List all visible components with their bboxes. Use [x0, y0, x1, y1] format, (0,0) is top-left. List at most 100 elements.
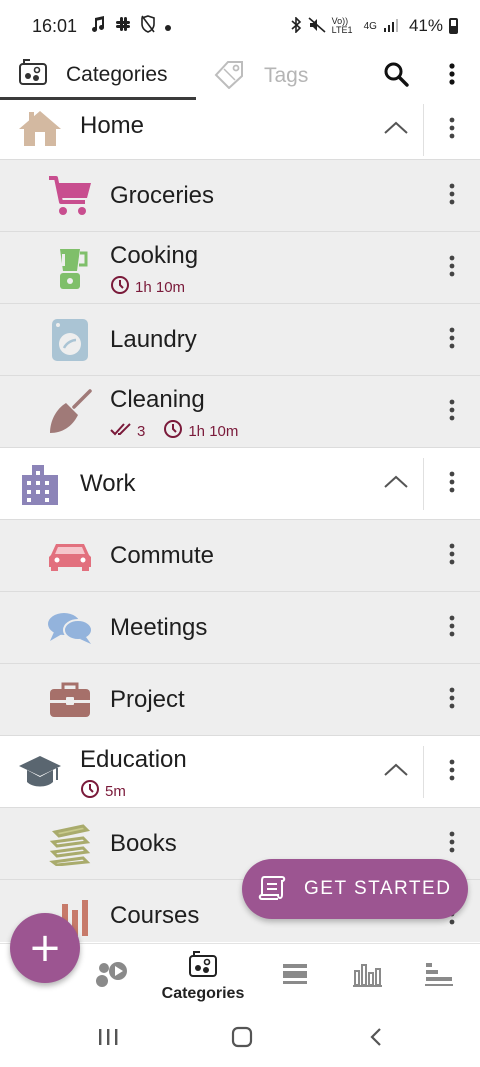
category-menu-button[interactable] — [428, 304, 476, 376]
category-menu-button[interactable] — [428, 664, 476, 736]
category-title: Groceries — [110, 182, 215, 209]
category-groceries[interactable]: Groceries — [0, 160, 480, 232]
tab-tags[interactable]: Tags — [196, 52, 356, 100]
time-spent: 1h 10m — [188, 422, 239, 440]
category-cleaning[interactable]: Cleaning 3 1h 10m — [0, 376, 480, 448]
category-menu-button[interactable] — [428, 592, 476, 664]
goals-chart-icon — [424, 961, 454, 992]
recents-icon — [97, 1028, 119, 1051]
system-navigation-bar — [0, 1007, 480, 1067]
category-menu-button[interactable] — [428, 160, 476, 232]
home-button[interactable] — [222, 1025, 262, 1053]
nav-timeline[interactable] — [268, 944, 322, 1008]
category-menu-button[interactable] — [428, 520, 476, 592]
overflow-menu-button[interactable] — [424, 52, 480, 100]
washing-machine-icon — [46, 316, 94, 364]
category-meetings[interactable]: Meetings — [0, 592, 480, 664]
bar-chart-icon — [352, 961, 382, 992]
chevron-up-icon — [383, 121, 409, 140]
clock-icon — [80, 779, 100, 803]
nav-categories[interactable]: Categories — [158, 944, 248, 1008]
category-title: Laundry — [110, 326, 197, 353]
music-icon — [91, 15, 105, 37]
category-project[interactable]: Project — [0, 664, 480, 736]
building-icon — [16, 460, 64, 508]
more-vert-icon — [449, 117, 455, 144]
done-count: 3 — [137, 422, 146, 440]
category-title: Cooking — [110, 242, 199, 269]
tab-categories-label: Categories — [66, 62, 168, 86]
group-menu-button[interactable] — [428, 448, 476, 520]
group-home[interactable]: Home — [0, 100, 480, 160]
nav-statistics[interactable] — [340, 944, 394, 1008]
more-vert-icon — [449, 62, 455, 90]
categories-icon — [18, 58, 48, 91]
more-vert-icon — [449, 831, 455, 858]
plus-icon: + — [28, 925, 62, 971]
time-spent: 1h 10m — [135, 278, 186, 296]
category-title: Meetings — [110, 614, 208, 641]
group-education[interactable]: Education 5m — [0, 736, 480, 808]
collapse-button[interactable] — [368, 746, 424, 798]
top-tab-bar: Categories Tags — [0, 52, 480, 100]
category-commute[interactable]: Commute — [0, 520, 480, 592]
volte-label: Vo)) LTE1 — [331, 16, 353, 35]
status-time: 16:01 — [32, 15, 78, 36]
tag-icon — [214, 59, 246, 94]
broom-icon — [46, 388, 94, 436]
more-vert-icon — [449, 327, 455, 354]
group-menu-button[interactable] — [428, 100, 476, 160]
chat-bubbles-icon — [46, 604, 94, 652]
slack-icon — [115, 16, 131, 37]
signal-label: 4G — [363, 20, 377, 32]
get-started-button[interactable]: GET STARTED — [242, 859, 468, 919]
category-title: Project — [110, 686, 185, 713]
home-icon — [231, 1026, 253, 1053]
search-icon — [383, 61, 409, 92]
more-vert-icon — [449, 687, 455, 714]
car-icon — [46, 532, 94, 580]
briefcase-icon — [46, 676, 94, 724]
signal-icon — [383, 18, 399, 35]
group-title: Education — [80, 746, 187, 773]
add-category-fab[interactable]: + — [10, 913, 80, 983]
books-icon — [46, 820, 94, 868]
nav-categories-label: Categories — [161, 984, 245, 1002]
collapse-button[interactable] — [368, 104, 424, 156]
mute-icon — [308, 16, 326, 36]
category-title: Courses — [110, 902, 200, 929]
more-vert-icon — [449, 255, 455, 282]
scroll-icon — [258, 873, 288, 906]
nav-goals[interactable] — [412, 944, 466, 1008]
more-vert-icon — [449, 183, 455, 210]
tab-tags-label: Tags — [264, 64, 309, 87]
house-icon — [16, 104, 64, 152]
category-list[interactable]: Home Groceries Cooking 1h 10m Laundry Cl… — [0, 100, 480, 942]
time-spent: 5m — [105, 782, 126, 800]
chevron-up-icon — [383, 475, 409, 494]
recents-button[interactable] — [88, 1025, 128, 1053]
search-button[interactable] — [368, 52, 424, 100]
nav-activities[interactable] — [84, 944, 138, 1008]
group-work[interactable]: Work — [0, 448, 480, 520]
collapse-button[interactable] — [368, 458, 424, 510]
timeline-icon — [281, 962, 309, 991]
back-button[interactable] — [356, 1025, 396, 1053]
blender-icon — [46, 244, 94, 292]
more-vert-icon — [449, 399, 455, 426]
bluetooth-icon — [290, 15, 302, 36]
more-vert-icon — [449, 759, 455, 786]
graduation-cap-icon — [16, 748, 64, 796]
tab-categories[interactable]: Categories — [0, 52, 196, 100]
more-vert-icon — [449, 615, 455, 642]
category-title: Commute — [110, 542, 215, 569]
dot-icon — [165, 16, 172, 36]
chevron-up-icon — [383, 763, 409, 782]
category-cooking[interactable]: Cooking 1h 10m — [0, 232, 480, 304]
category-menu-button[interactable] — [428, 232, 476, 304]
category-menu-button[interactable] — [428, 376, 476, 448]
group-menu-button[interactable] — [428, 736, 476, 808]
clock-icon — [110, 275, 130, 299]
category-laundry[interactable]: Laundry — [0, 304, 480, 376]
get-started-label: GET STARTED — [304, 878, 452, 899]
